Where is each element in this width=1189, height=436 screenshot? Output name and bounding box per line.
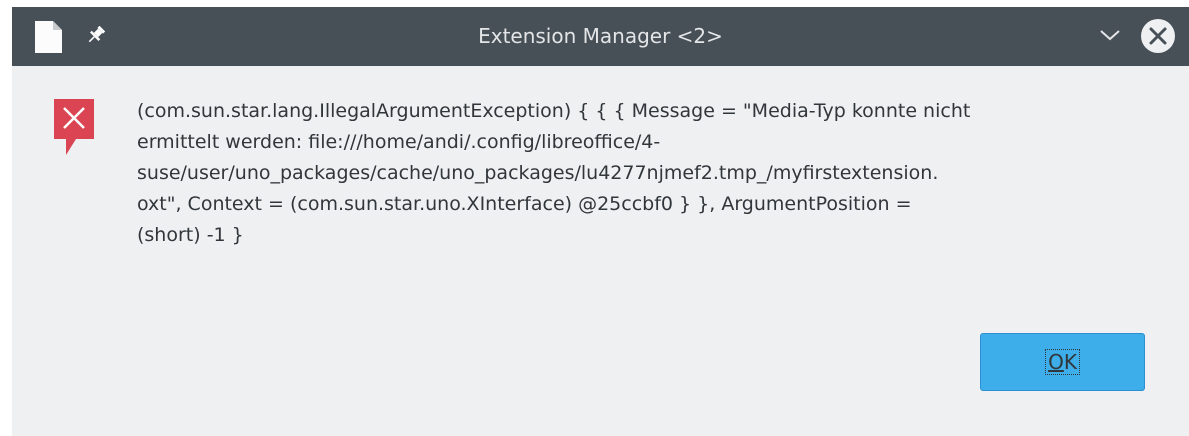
dialog-window: Extension Manager <2> (com.sun.star.lang… bbox=[12, 7, 1189, 436]
titlebar[interactable]: Extension Manager <2> bbox=[12, 7, 1189, 66]
window-title: Extension Manager <2> bbox=[478, 24, 723, 48]
message-line: suse/user/uno_packages/cache/uno_package… bbox=[137, 162, 939, 184]
error-message: (com.sun.star.lang.IllegalArgumentExcept… bbox=[137, 96, 1157, 251]
ok-button[interactable]: OK bbox=[980, 333, 1145, 391]
ok-mnemonic: O bbox=[1048, 350, 1064, 374]
ok-button-label: OK bbox=[1045, 349, 1080, 375]
message-line: (short) -1 } bbox=[137, 224, 244, 246]
message-line: (com.sun.star.lang.IllegalArgumentExcept… bbox=[137, 100, 971, 122]
close-icon[interactable] bbox=[1140, 18, 1176, 54]
message-line: ermittelt werden: file:///home/andi/.con… bbox=[137, 131, 661, 153]
ok-rest: K bbox=[1063, 350, 1077, 374]
error-icon bbox=[54, 99, 94, 155]
message-line: oxt", Context = (com.sun.star.uno.XInter… bbox=[137, 193, 912, 215]
chevron-down-icon[interactable] bbox=[1099, 27, 1121, 43]
